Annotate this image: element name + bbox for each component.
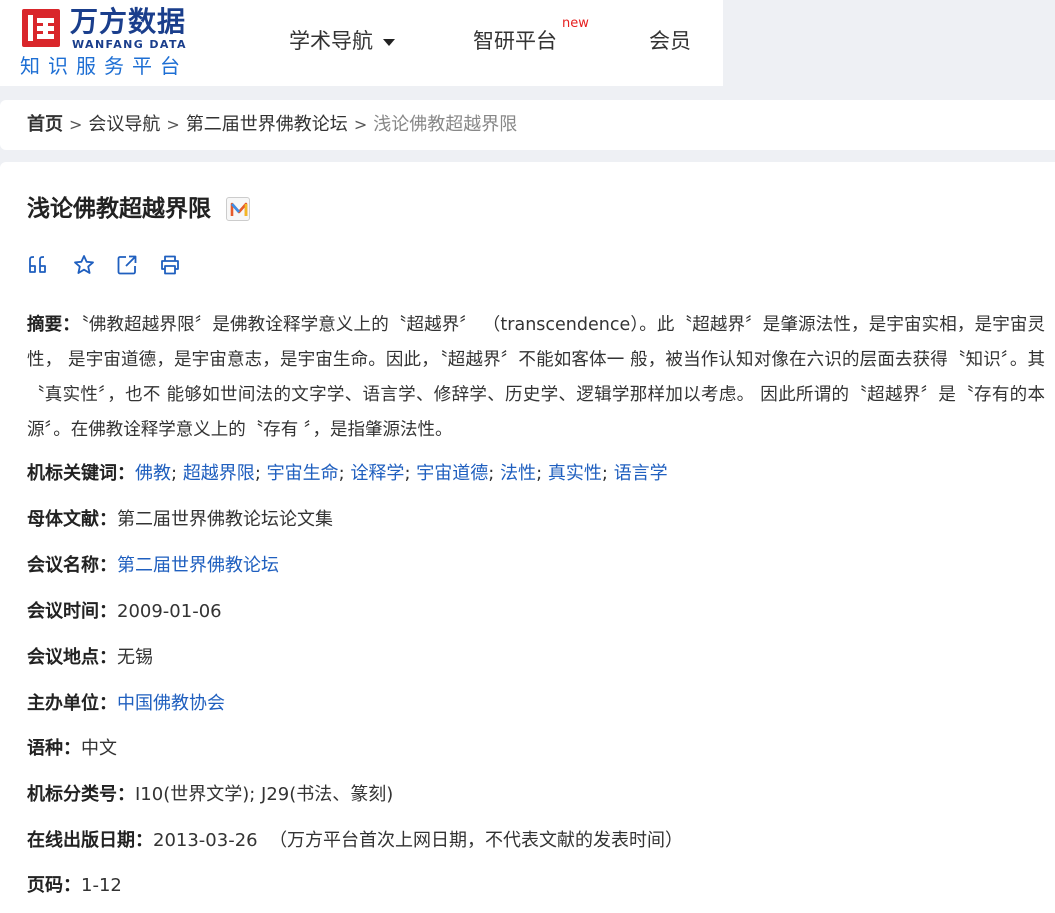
site-header: 万方数据 WANFANG DATA 知识服务平台 学术导航 智研平台 new 会… bbox=[0, 0, 723, 86]
publish-date-field: 在线出版日期：2013-03-26 （万方平台首次上网日期，不代表文献的发表时间… bbox=[27, 826, 683, 856]
breadcrumb-conference[interactable]: 第二届世界佛教论坛 bbox=[186, 114, 348, 135]
conference-time-field: 会议时间：2009-01-06 bbox=[27, 597, 222, 627]
source-value: 第二届世界佛教论坛论文集 bbox=[117, 509, 333, 530]
conference-place-label: 会议地点： bbox=[27, 647, 117, 668]
share-icon[interactable] bbox=[115, 253, 141, 279]
pages-field: 页码：1-12 bbox=[27, 871, 122, 901]
caret-down-icon bbox=[383, 38, 395, 46]
host-label: 主办单位： bbox=[27, 693, 117, 714]
article-detail: 浅论佛教超越界限 摘要：〝佛教超越界限〞是佛教诠释学意义上的〝超越界〞 （tra… bbox=[0, 162, 1055, 913]
host-field: 主办单位：中国佛教协会 bbox=[27, 689, 225, 719]
publish-date-label: 在线出版日期： bbox=[27, 830, 153, 851]
breadcrumb-current: 浅论佛教超越界限 bbox=[373, 114, 518, 135]
logo-subtitle: 知识服务平台 bbox=[20, 54, 188, 78]
conference-name-link[interactable]: 第二届世界佛教论坛 bbox=[117, 555, 279, 576]
keyword-link[interactable]: 法性 bbox=[500, 463, 536, 484]
conference-name-label: 会议名称： bbox=[27, 555, 117, 576]
source-field: 母体文献：第二届世界佛教论坛论文集 bbox=[27, 505, 333, 535]
nav-vip[interactable]: 会员 bbox=[649, 26, 691, 56]
breadcrumb-home[interactable]: 首页 bbox=[27, 114, 63, 135]
keyword-link[interactable]: 诠释学 bbox=[350, 463, 404, 484]
keyword-link[interactable]: 超越界限 bbox=[183, 463, 255, 484]
breadcrumb-separator: > bbox=[166, 115, 180, 134]
keyword-link[interactable]: 真实性 bbox=[548, 463, 602, 484]
classification-value: I10(世界文学); J29(书法、篆刻) bbox=[135, 784, 394, 805]
nav-zhiyan-platform[interactable]: 智研平台 new bbox=[473, 16, 589, 56]
new-badge: new bbox=[562, 16, 589, 31]
print-icon[interactable] bbox=[158, 253, 184, 279]
keywords-field: 机标关键词：佛教; 超越界限; 宇宙生命; 诠释学; 宇宙道德; 法性; 真实性… bbox=[27, 463, 668, 484]
keyword-link[interactable]: 佛教 bbox=[135, 463, 171, 484]
language-field: 语种：中文 bbox=[27, 734, 117, 764]
conference-time-value: 2009-01-06 bbox=[117, 601, 222, 622]
abstract-text: 〝佛教超越界限〞是佛教诠释学意义上的〝超越界〞 （transcendence）。… bbox=[27, 315, 1046, 440]
publish-date-value: 2013-03-26 bbox=[153, 830, 258, 851]
classification-label: 机标分类号： bbox=[27, 784, 135, 805]
publish-date-note: （万方平台首次上网日期，不代表文献的发表时间） bbox=[269, 830, 684, 851]
language-label: 语种： bbox=[27, 738, 81, 759]
breadcrumb: 首页 > 会议导航 > 第二届世界佛教论坛 > 浅论佛教超越界限 bbox=[0, 100, 1055, 150]
host-link[interactable]: 中国佛教协会 bbox=[117, 693, 225, 714]
pages-label: 页码： bbox=[27, 875, 81, 896]
wanfang-logo[interactable]: 万方数据 WANFANG DATA 知识服务平台 bbox=[18, 5, 198, 80]
abstract-label: 摘要： bbox=[27, 315, 80, 335]
breadcrumb-conference-nav[interactable]: 会议导航 bbox=[88, 114, 160, 135]
keyword-link[interactable]: 语言学 bbox=[614, 463, 668, 484]
source-label: 母体文献： bbox=[27, 509, 117, 530]
wanfang-logo-mark bbox=[22, 9, 60, 47]
abstract: 摘要：〝佛教超越界限〞是佛教诠释学意义上的〝超越界〞 （transcendenc… bbox=[27, 308, 1045, 448]
language-value: 中文 bbox=[81, 738, 117, 759]
breadcrumb-separator: > bbox=[69, 115, 83, 134]
conference-name-field: 会议名称：第二届世界佛教论坛 bbox=[27, 551, 279, 581]
classification-field: 机标分类号：I10(世界文学); J29(书法、篆刻) bbox=[27, 780, 393, 810]
title-row: 浅论佛教超越界限 bbox=[27, 194, 251, 224]
breadcrumb-separator: > bbox=[353, 115, 368, 134]
nav-academic-label: 学术导航 bbox=[289, 29, 373, 53]
keywords-label: 机标关键词： bbox=[27, 463, 135, 484]
keyword-link[interactable]: 宇宙道德 bbox=[416, 463, 488, 484]
nav-zhiyan-label: 智研平台 bbox=[473, 29, 557, 53]
conference-place-field: 会议地点：无锡 bbox=[27, 643, 153, 673]
keyword-link[interactable]: 宇宙生命 bbox=[267, 463, 339, 484]
nav-academic-navigation[interactable]: 学术导航 bbox=[289, 26, 395, 56]
logo-chinese-name: 万方数据 bbox=[70, 5, 187, 38]
conference-place-value: 无锡 bbox=[117, 647, 153, 668]
pages-value: 1-12 bbox=[81, 875, 122, 896]
logo-english-name: WANFANG DATA bbox=[72, 38, 187, 51]
conference-time-label: 会议时间： bbox=[27, 601, 117, 622]
m-format-icon[interactable] bbox=[226, 197, 251, 221]
star-icon[interactable] bbox=[72, 253, 98, 279]
quote-icon[interactable] bbox=[27, 253, 53, 279]
page-title: 浅论佛教超越界限 bbox=[27, 196, 211, 222]
